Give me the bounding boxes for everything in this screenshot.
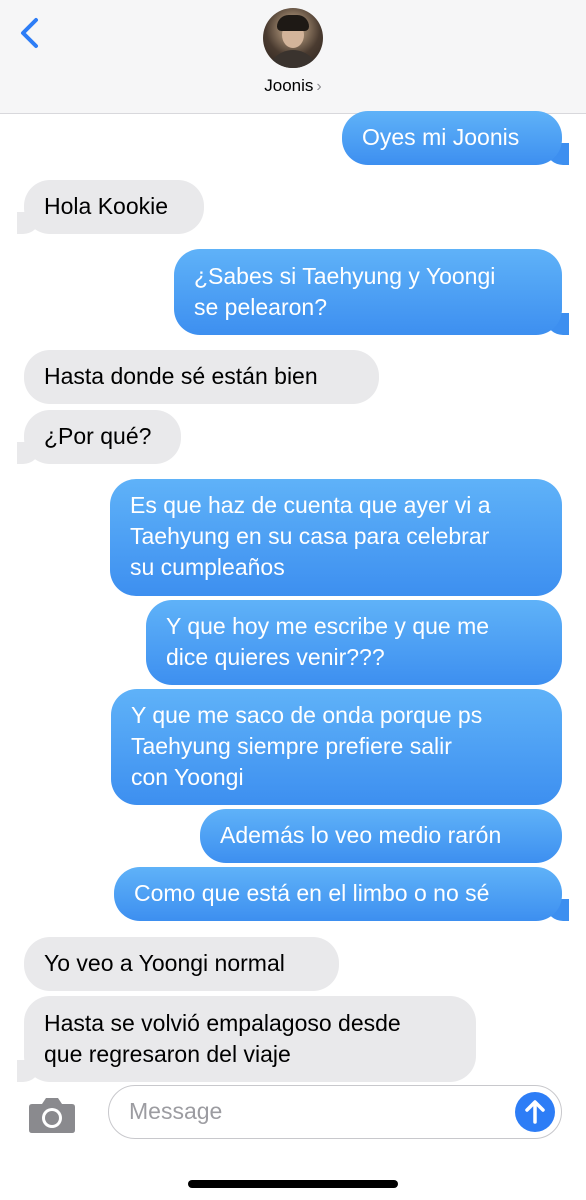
chevron-left-icon: [21, 18, 38, 48]
message-text: Además lo veo medio rarón: [220, 822, 502, 848]
message-line: Y que hoy me escribe y que me: [166, 613, 490, 639]
message-line: ¿Sabes si Taehyung y Yoongi: [194, 263, 496, 289]
message-line: su cumpleaños: [130, 554, 285, 580]
message-bubble-incoming[interactable]: Hola Kookie: [17, 180, 204, 234]
contact-avatar[interactable]: [263, 8, 323, 68]
conversation-header: Joonis ›: [0, 0, 586, 114]
message-text: ¿Por qué?: [44, 423, 152, 449]
contact-name: Joonis: [264, 76, 314, 95]
message-bubble-outgoing[interactable]: Oyes mi Joonis: [342, 111, 569, 165]
message-bubble-incoming[interactable]: Hasta se volvió empalagoso desde que reg…: [17, 996, 476, 1082]
send-button[interactable]: [515, 1092, 555, 1132]
message-bubble-outgoing[interactable]: Además lo veo medio rarón: [200, 809, 562, 863]
chevron-right-icon: ›: [316, 78, 322, 95]
home-indicator: [188, 1180, 398, 1188]
message-line: dice quieres venir???: [166, 644, 385, 670]
message-text: Hola Kookie: [44, 193, 169, 219]
message-line: Es que haz de cuenta que ayer vi a: [130, 492, 491, 518]
message-line: Y que me saco de onda porque ps: [131, 702, 483, 728]
message-line: que regresaron del viaje: [44, 1041, 291, 1067]
back-button[interactable]: [14, 14, 48, 54]
message-bubble-outgoing[interactable]: Y que hoy me escribe y que me dice quier…: [146, 600, 562, 685]
message-bubble-outgoing[interactable]: Y que me saco de onda porque ps Taehyung…: [111, 689, 562, 805]
message-text: Como que está en el limbo o no sé: [134, 880, 490, 906]
message-bubble-outgoing[interactable]: ¿Sabes si Taehyung y Yoongi se pelearon?: [174, 249, 569, 335]
message-text: Hasta donde sé están bien: [44, 363, 318, 389]
message-bubble-outgoing[interactable]: Como que está en el limbo o no sé: [114, 867, 569, 921]
message-line: Hasta se volvió empalagoso desde: [44, 1010, 401, 1036]
contact-name-button[interactable]: Joonis ›: [0, 76, 586, 96]
message-line: con Yoongi: [131, 764, 244, 790]
message-line: Taehyung siempre prefiere salir: [131, 733, 452, 759]
message-bubble-incoming[interactable]: Hasta donde sé están bien: [24, 350, 379, 404]
camera-button[interactable]: [27, 1095, 77, 1135]
message-input-field[interactable]: [108, 1085, 562, 1139]
message-text: Yo veo a Yoongi normal: [44, 950, 285, 976]
message-line: se pelearon?: [194, 294, 327, 320]
arrow-up-icon: [525, 1100, 545, 1124]
message-bubble-incoming[interactable]: Yo veo a Yoongi normal: [24, 937, 339, 991]
message-text: Oyes mi Joonis: [362, 124, 520, 150]
camera-icon: [29, 1098, 75, 1133]
message-input[interactable]: [129, 1086, 499, 1137]
message-bubble-incoming[interactable]: ¿Por qué?: [17, 410, 181, 464]
message-line: Taehyung en su casa para celebrar: [130, 523, 490, 549]
message-bubble-outgoing[interactable]: Es que haz de cuenta que ayer vi a Taehy…: [110, 479, 562, 596]
